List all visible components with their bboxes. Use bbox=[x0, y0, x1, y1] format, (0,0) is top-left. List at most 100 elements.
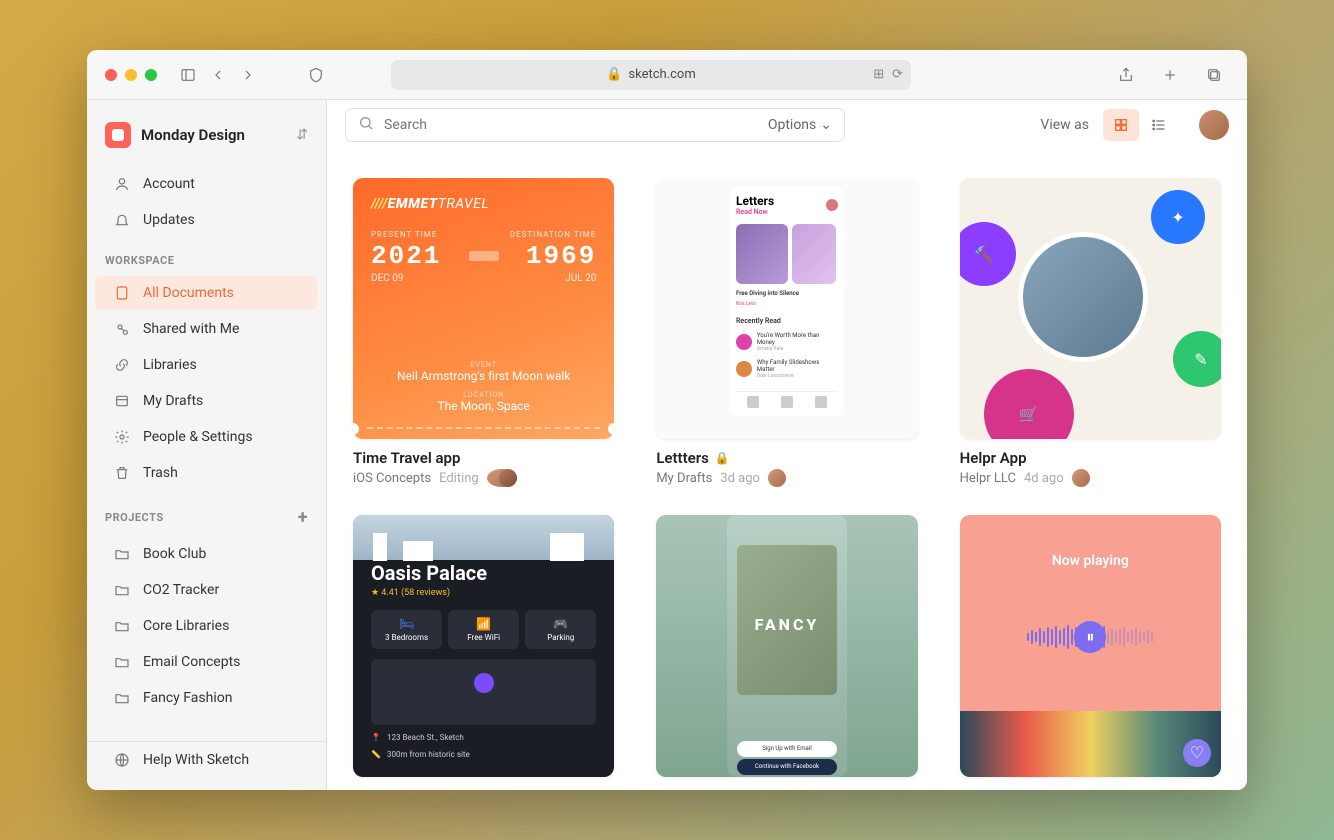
translate-icon[interactable]: ⊞ bbox=[873, 67, 884, 82]
chevron-down-icon: ⌄ bbox=[820, 117, 832, 133]
document-card[interactable]: ////EMMETTRAVEL PRESENT TIMEDESTINATION … bbox=[353, 178, 614, 487]
search-options-button[interactable]: Options ⌄ bbox=[768, 117, 832, 133]
share-icon bbox=[113, 320, 131, 338]
sidebar-item-help[interactable]: Help With Sketch bbox=[95, 743, 318, 777]
workspace-switcher[interactable]: Monday Design ⇵ bbox=[99, 116, 314, 154]
portrait-image bbox=[1018, 232, 1148, 362]
grid-view-button[interactable] bbox=[1103, 109, 1139, 141]
maximize-window-button[interactable] bbox=[145, 69, 157, 81]
sidebar-item-drafts[interactable]: My Drafts bbox=[95, 384, 318, 418]
sidebar-item-trash[interactable]: Trash bbox=[95, 456, 318, 490]
sidebar: Monday Design ⇵ Account Updates WORKSPAC… bbox=[87, 100, 327, 790]
document-title: Lettters 🔒 bbox=[656, 449, 917, 467]
sidebar-item-label: Help With Sketch bbox=[143, 752, 249, 768]
document-meta: Helpr LLC 4d ago bbox=[960, 469, 1221, 487]
user-avatar[interactable] bbox=[1199, 110, 1229, 140]
new-tab-icon[interactable] bbox=[1157, 62, 1183, 88]
document-card[interactable]: Now playing ⏸ ♡ bbox=[960, 515, 1221, 776]
link-icon bbox=[113, 356, 131, 374]
sidebar-item-label: Account bbox=[143, 176, 195, 192]
documents-icon bbox=[113, 284, 131, 302]
folder-icon bbox=[113, 545, 131, 563]
address-bar[interactable]: 🔒 sketch.com ⊞ ⟳ bbox=[391, 60, 911, 90]
document-card[interactable]: Oasis Palace ★ 4.41 (58 reviews) 🛏3 Bedr… bbox=[353, 515, 614, 776]
workspace-name: Monday Design bbox=[141, 126, 286, 144]
hammer-icon: 🔨 bbox=[960, 222, 1016, 286]
workspace-icon bbox=[105, 122, 131, 148]
url-text: sketch.com bbox=[628, 67, 695, 82]
trash-icon bbox=[113, 464, 131, 482]
sidebar-item-updates[interactable]: Updates bbox=[95, 203, 318, 237]
bell-icon bbox=[113, 211, 131, 229]
sidebar-item-all-documents[interactable]: All Documents bbox=[95, 276, 318, 310]
pause-icon: ⏸ bbox=[1074, 621, 1106, 653]
app-body: Monday Design ⇵ Account Updates WORKSPAC… bbox=[87, 100, 1247, 790]
document-thumbnail: LettersRead Now Free Diving into Silence… bbox=[656, 178, 917, 439]
sidebar-item-shared[interactable]: Shared with Me bbox=[95, 312, 318, 346]
folder-icon bbox=[113, 617, 131, 635]
back-button[interactable] bbox=[205, 62, 231, 88]
document-thumbnail: FANCY Sign Up with Email Continue with F… bbox=[656, 515, 917, 776]
document-card[interactable]: FANCY Sign Up with Email Continue with F… bbox=[656, 515, 917, 776]
sidebar-item-settings[interactable]: People & Settings bbox=[95, 420, 318, 454]
add-project-button[interactable]: + bbox=[298, 507, 308, 528]
toolbar: Options ⌄ View as bbox=[327, 100, 1247, 150]
sidebar-item-label: Shared with Me bbox=[143, 321, 239, 337]
document-title: Time Travel app bbox=[353, 449, 614, 467]
sidebar-item-label: Fancy Fashion bbox=[143, 690, 232, 706]
sidebar-item-label: Updates bbox=[143, 212, 195, 228]
sidebar-item-label: People & Settings bbox=[143, 429, 253, 445]
document-card[interactable]: LettersRead Now Free Diving into Silence… bbox=[656, 178, 917, 487]
sidebar-item-label: Trash bbox=[143, 465, 178, 481]
share-icon[interactable] bbox=[1113, 62, 1139, 88]
sidebar-item-label: My Drafts bbox=[143, 393, 203, 409]
sidebar-item-label: Email Concepts bbox=[143, 654, 240, 670]
globe-icon bbox=[113, 751, 131, 769]
gear-icon bbox=[113, 428, 131, 446]
sidebar-item-project[interactable]: Fancy Fashion bbox=[95, 681, 318, 715]
document-thumbnail: ////EMMETTRAVEL PRESENT TIMEDESTINATION … bbox=[353, 178, 614, 439]
document-thumbnail: Now playing ⏸ ♡ bbox=[960, 515, 1221, 776]
search-input[interactable] bbox=[384, 117, 758, 133]
reload-icon[interactable]: ⟳ bbox=[892, 67, 903, 82]
sidebar-item-project[interactable]: CO2 Tracker bbox=[95, 573, 318, 607]
sidebar-item-label: Core Libraries bbox=[143, 618, 229, 634]
document-meta: iOS Concepts Editing bbox=[353, 469, 614, 487]
sidebar-item-libraries[interactable]: Libraries bbox=[95, 348, 318, 382]
document-title: Helpr App bbox=[960, 449, 1221, 467]
view-toggle bbox=[1103, 109, 1177, 141]
document-grid: ////EMMETTRAVEL PRESENT TIMEDESTINATION … bbox=[327, 150, 1247, 790]
shield-icon[interactable] bbox=[303, 62, 329, 88]
sidebar-item-label: All Documents bbox=[143, 285, 234, 301]
sidebar-item-label: Book Club bbox=[143, 546, 206, 562]
sidebar-item-project[interactable]: Book Club bbox=[95, 537, 318, 571]
collaborator-avatar bbox=[768, 469, 786, 487]
list-view-button[interactable] bbox=[1141, 109, 1177, 141]
section-label-projects: PROJECTS + bbox=[87, 491, 326, 536]
view-as-label: View as bbox=[1040, 117, 1089, 133]
traffic-lights bbox=[105, 69, 157, 81]
collaborator-avatars bbox=[487, 469, 517, 487]
folder-icon bbox=[113, 581, 131, 599]
sidebar-item-project[interactable]: Email Concepts bbox=[95, 645, 318, 679]
close-window-button[interactable] bbox=[105, 69, 117, 81]
minimize-window-button[interactable] bbox=[125, 69, 137, 81]
browser-window: 🔒 sketch.com ⊞ ⟳ Monday Design ⇵ Account bbox=[87, 50, 1247, 790]
search-container: Options ⌄ bbox=[345, 108, 845, 142]
sparkle-icon: ✦ bbox=[1151, 190, 1205, 244]
document-card[interactable]: ✦ 🔨 ✎ 🛒 Helpr App Helpr LLC 4d ago bbox=[960, 178, 1221, 487]
sidebar-toggle-icon[interactable] bbox=[175, 62, 201, 88]
document-thumbnail: Oasis Palace ★ 4.41 (58 reviews) 🛏3 Bedr… bbox=[353, 515, 614, 776]
drafts-icon bbox=[113, 392, 131, 410]
section-label-workspace: WORKSPACE bbox=[87, 238, 326, 275]
lock-icon: 🔒 bbox=[606, 67, 622, 82]
tabs-overview-icon[interactable] bbox=[1201, 62, 1227, 88]
sidebar-item-label: CO2 Tracker bbox=[143, 582, 219, 598]
sidebar-item-project[interactable]: Core Libraries bbox=[95, 609, 318, 643]
sidebar-item-label: Libraries bbox=[143, 357, 197, 373]
waveform: ⏸ bbox=[1027, 625, 1153, 649]
sidebar-item-account[interactable]: Account bbox=[95, 167, 318, 201]
forward-button[interactable] bbox=[235, 62, 261, 88]
chevron-updown-icon: ⇵ bbox=[296, 127, 308, 143]
brush-icon: ✎ bbox=[1173, 331, 1221, 387]
